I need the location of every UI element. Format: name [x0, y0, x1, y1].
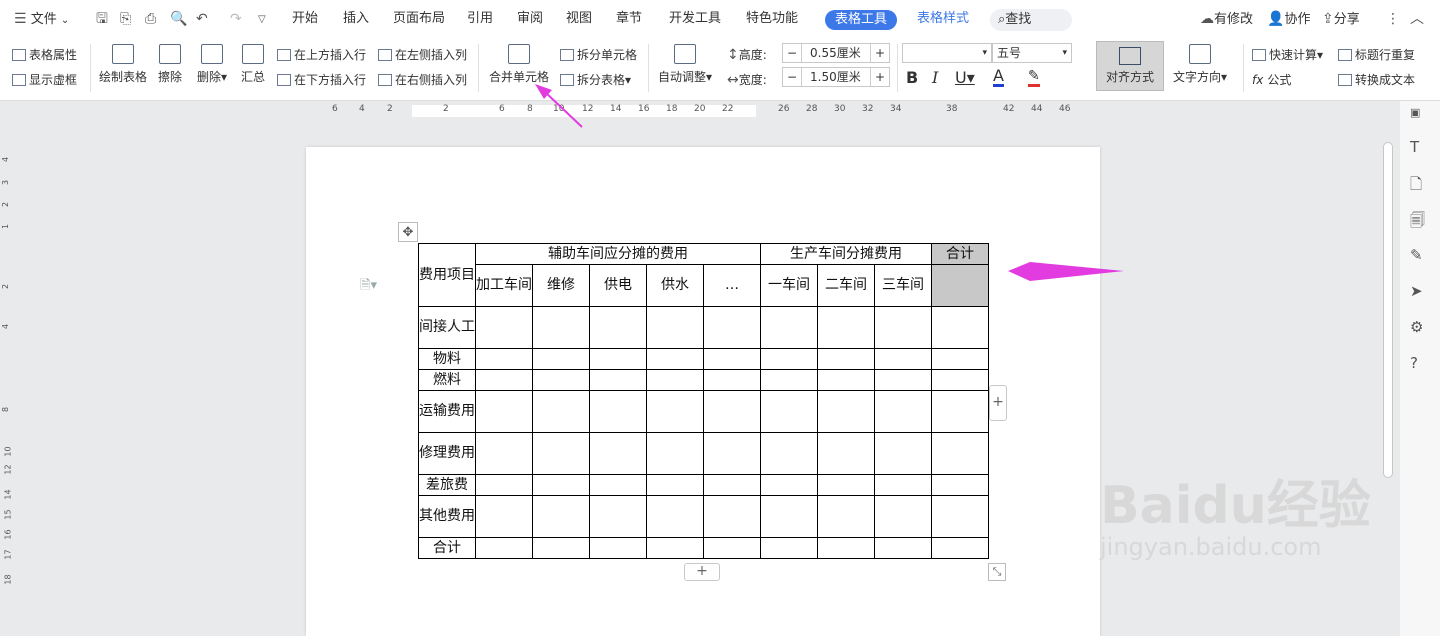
help-icon[interactable]: ? — [1410, 354, 1418, 372]
baidu-watermark: Baidu经验 jingyan.baidu.com — [1100, 478, 1371, 560]
sidebar-toggle-icon[interactable]: ▣ — [1410, 106, 1420, 119]
cursor-icon[interactable]: ➤ — [1410, 282, 1423, 300]
document-icon[interactable]: 🗋 — [1410, 174, 1422, 199]
sliders-icon[interactable]: ⚙ — [1410, 318, 1423, 336]
arrow-total-column — [1008, 262, 1124, 281]
pen-icon[interactable]: ✎ — [1410, 246, 1423, 264]
arrow-merge-cells — [544, 91, 583, 128]
watermark-brand: Baidu经验 — [1100, 476, 1371, 536]
page-settings-icon[interactable]: 🗐 — [1410, 210, 1425, 235]
watermark-url: jingyan.baidu.com — [1100, 533, 1322, 561]
vertical-scrollbar[interactable] — [1383, 142, 1393, 478]
text-icon[interactable]: T — [1410, 138, 1419, 156]
